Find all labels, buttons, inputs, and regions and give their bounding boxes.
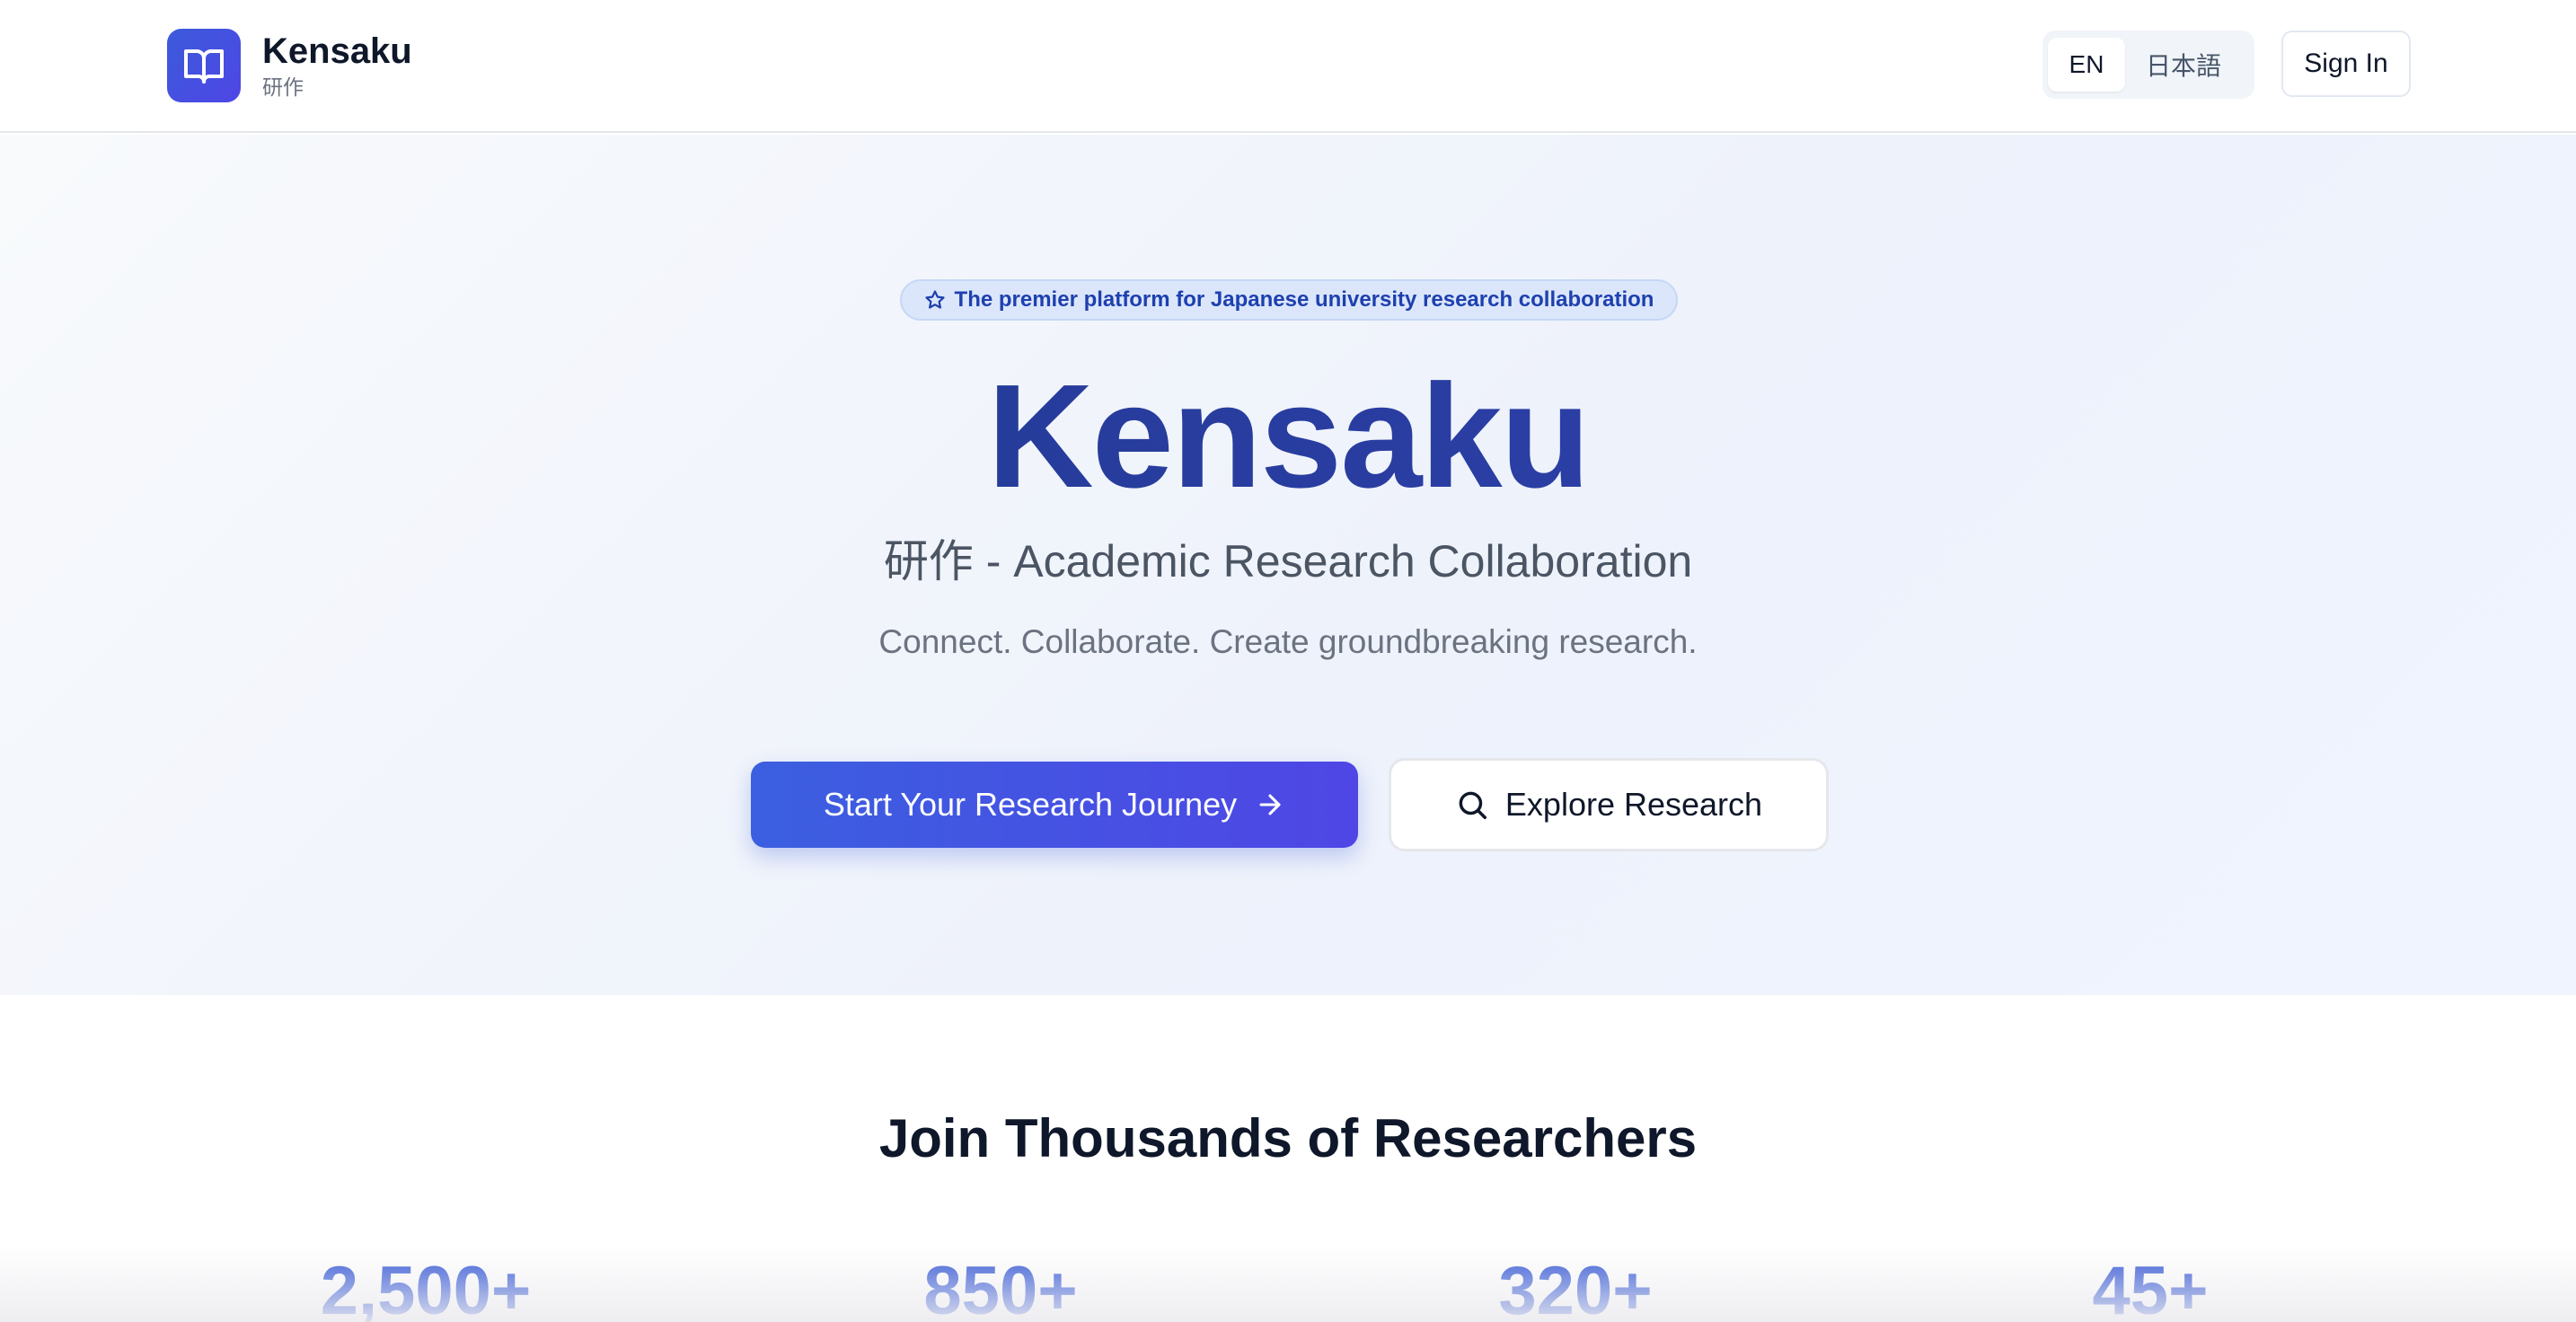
hero-subtitle: 研作 - Academic Research Collaboration: [883, 536, 1693, 586]
hero-title: Kensaku: [0, 347, 2576, 526]
stats-section: Join Thousands of Researchers 2,500+ 850…: [0, 995, 2576, 1322]
brand[interactable]: Kensaku 研作: [167, 29, 412, 102]
start-research-journey-label: Start Your Research Journey: [823, 786, 1238, 823]
hero-badge: The premier platform for Japanese univer…: [900, 279, 1678, 321]
brand-subtitle: 研作: [262, 75, 304, 99]
top-nav: Kensaku 研作 EN 日本語 Sign In: [0, 0, 2576, 133]
stat-projects-value: 850+: [923, 1253, 1078, 1322]
search-icon: [1459, 791, 1486, 819]
start-research-journey-button[interactable]: Start Your Research Journey: [751, 762, 1358, 848]
landing-page: Kensaku 研作 EN 日本語 Sign In The premier pl…: [0, 0, 2576, 1322]
language-en-button[interactable]: EN: [2048, 38, 2125, 92]
sign-in-button[interactable]: Sign In: [2281, 31, 2411, 97]
stats-heading: Join Thousands of Researchers: [878, 1108, 1698, 1168]
star-icon: [924, 290, 945, 309]
brand-text: Kensaku 研作: [262, 31, 412, 101]
arrow-right-icon: [1259, 794, 1281, 815]
hero-badge-text: The premier platform for Japanese univer…: [954, 287, 1654, 312]
stat-universities-value: 45+: [2092, 1253, 2209, 1322]
language-ja-button[interactable]: 日本語: [2125, 38, 2242, 92]
language-switcher: EN 日本語: [2042, 31, 2254, 99]
stat-publications-value: 320+: [1498, 1253, 1653, 1322]
hero-section: The premier platform for Japanese univer…: [0, 135, 2576, 995]
hero-tagline: Connect. Collaborate. Create groundbreak…: [878, 623, 1698, 660]
book-open-icon: [167, 29, 241, 102]
brand-name: Kensaku: [262, 31, 412, 71]
stat-researchers-value: 2,500+: [320, 1253, 532, 1322]
explore-research-button[interactable]: Explore Research: [1389, 758, 1829, 851]
explore-research-label: Explore Research: [1504, 786, 1763, 823]
